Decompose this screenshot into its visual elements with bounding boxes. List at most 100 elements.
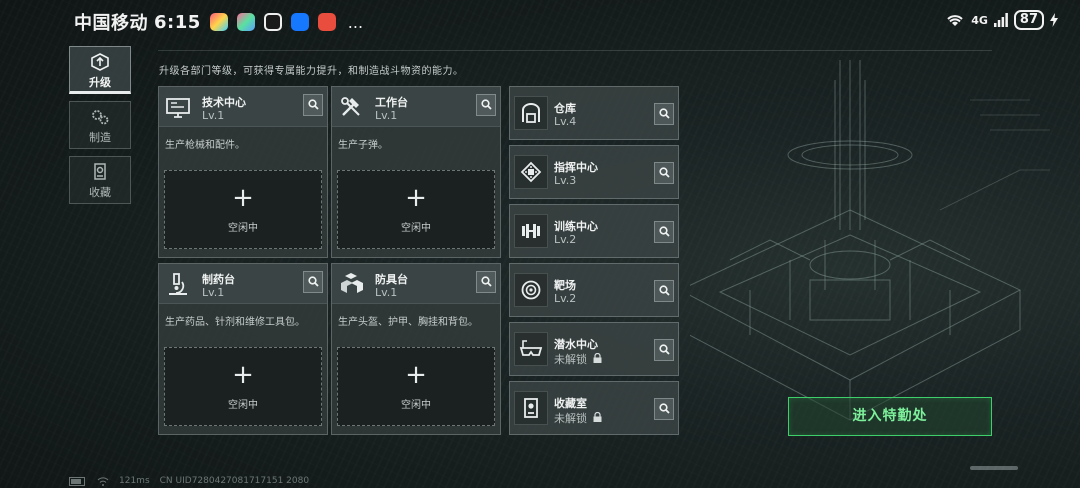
sidebar-tab-collection[interactable]: 收藏 [69, 156, 131, 204]
facility-card-tech-center[interactable]: 技术中心 Lv.1 生产枪械和配件。 + 空闲中 [158, 86, 328, 258]
charging-icon [1050, 13, 1058, 27]
department-row-command-center[interactable]: 指挥中心 Lv.3 [509, 145, 679, 199]
department-name: 潜水中心 [554, 338, 598, 351]
slot-status: 空闲中 [401, 223, 431, 234]
add-icon: + [232, 360, 254, 390]
department-name: 仓库 [554, 102, 576, 115]
facility-level: Lv.1 [375, 109, 398, 122]
search-icon [658, 167, 670, 178]
production-slot[interactable]: + 空闲中 [164, 170, 322, 249]
qq-icon [263, 13, 282, 31]
tools-icon [341, 97, 360, 116]
department-name: 收藏室 [554, 397, 587, 410]
search-icon [658, 403, 670, 414]
facility-level: Lv.1 [202, 109, 225, 122]
battery-level: 87 [1013, 10, 1044, 30]
inspect-button[interactable] [654, 162, 674, 184]
department-level: Lv.3 [554, 174, 577, 187]
department-level: Lv.2 [554, 233, 577, 246]
enter-special-ops-button[interactable]: 进入特勤处 [788, 397, 992, 436]
facility-name: 技术中心 [202, 96, 246, 109]
home-indicator[interactable] [970, 466, 1018, 470]
production-slot[interactable]: + 空闲中 [337, 170, 495, 249]
facility-name: 制药台 [202, 273, 235, 286]
collection-room-icon [524, 398, 538, 418]
inspect-button[interactable] [654, 280, 674, 302]
clock: 6:15 [154, 11, 201, 33]
armor-boxes-icon [341, 273, 363, 293]
facility-card-workbench[interactable]: 工作台 Lv.1 生产子弹。 + 空闲中 [331, 86, 501, 258]
slot-status: 空闲中 [228, 400, 258, 411]
facility-card-armor-bench[interactable]: 防具台 Lv.1 生产头盔、护甲、胸挂和背包。 + 空闲中 [331, 263, 501, 435]
game-app-icon [317, 13, 336, 31]
slot-status: 空闲中 [228, 223, 258, 234]
department-row-shooting-range[interactable]: 靶场 Lv.2 [509, 263, 679, 317]
computer-icon [166, 98, 190, 118]
inspect-button[interactable] [303, 94, 323, 116]
network-type-label: 4G [971, 13, 988, 27]
footer-info: 121ms CN UID7280427081717151 2080 [69, 476, 309, 486]
sidebar-tab-upgrade[interactable]: 升级 [69, 46, 131, 94]
lock-icon [593, 353, 602, 363]
carrier-label: 中国移动 [74, 13, 148, 34]
add-icon: + [405, 183, 427, 213]
facility-level: Lv.1 [202, 286, 225, 299]
status-bar: 中国移动 6:15 ... 4G 87 [0, 0, 1080, 42]
inspect-button[interactable] [654, 339, 674, 361]
wifi-small-icon [97, 476, 109, 486]
row-icon-frame [514, 155, 548, 189]
facility-description: 生产头盔、护甲、胸挂和背包。 [338, 317, 478, 328]
row-icon-frame [514, 332, 548, 366]
row-icon-frame [514, 214, 548, 248]
department-name: 训练中心 [554, 220, 598, 233]
wifi-icon [947, 15, 963, 26]
command-chip-icon [520, 161, 542, 183]
facility-name: 工作台 [375, 96, 408, 109]
department-lock-status: 未解锁 [554, 412, 587, 425]
inspect-button[interactable] [303, 271, 323, 293]
search-icon [658, 226, 670, 237]
ping-readout: 121ms [119, 476, 150, 486]
production-slot[interactable]: + 空闲中 [337, 347, 495, 426]
inspect-button[interactable] [476, 94, 496, 116]
gears-icon [92, 110, 109, 125]
inspect-button[interactable] [654, 221, 674, 243]
upgrade-icon [91, 53, 109, 71]
search-icon [480, 276, 492, 287]
sidebar-tab-craft[interactable]: 制造 [69, 101, 131, 149]
sidebar-label-upgrade: 升级 [89, 76, 111, 89]
inspect-button[interactable] [476, 271, 496, 293]
search-icon [658, 285, 670, 296]
row-icon-frame [514, 273, 548, 307]
search-icon [658, 108, 670, 119]
facility-level: Lv.1 [375, 286, 398, 299]
inspect-button[interactable] [654, 398, 674, 420]
department-level: Lv.2 [554, 292, 577, 305]
row-icon-frame [514, 96, 548, 130]
search-icon [307, 276, 319, 287]
department-name: 靶场 [554, 279, 576, 292]
department-row-collection-room[interactable]: 收藏室 未解锁 [509, 381, 679, 435]
lock-icon [593, 412, 602, 422]
microscope-icon [169, 273, 187, 295]
inspect-button[interactable] [654, 103, 674, 125]
target-icon [521, 280, 541, 300]
user-id: CN UID7280427081717151 2080 [159, 476, 310, 486]
app-notification-icon [209, 13, 228, 31]
sidebar-label-craft: 制造 [89, 131, 111, 144]
department-row-training-center[interactable]: 训练中心 Lv.2 [509, 204, 679, 258]
department-level: Lv.4 [554, 115, 577, 128]
facility-card-pharmacy[interactable]: 制药台 Lv.1 生产药品、针剂和维修工具包。 + 空闲中 [158, 263, 328, 435]
department-name: 指挥中心 [554, 161, 598, 174]
page-description: 升级各部门等级，可获得专属能力提升，和制造战斗物资的能力。 [159, 66, 464, 77]
search-icon [480, 99, 492, 110]
header-divider [158, 50, 992, 51]
app-notification-icon-2 [236, 13, 255, 31]
search-icon [307, 99, 319, 110]
battery-status-icon [69, 476, 85, 486]
production-slot[interactable]: + 空闲中 [164, 347, 322, 426]
department-row-diving-center[interactable]: 潜水中心 未解锁 [509, 322, 679, 376]
sidebar-label-collection: 收藏 [89, 186, 111, 199]
facility-description: 生产药品、针剂和维修工具包。 [165, 317, 305, 328]
department-row-warehouse[interactable]: 仓库 Lv.4 [509, 86, 679, 140]
